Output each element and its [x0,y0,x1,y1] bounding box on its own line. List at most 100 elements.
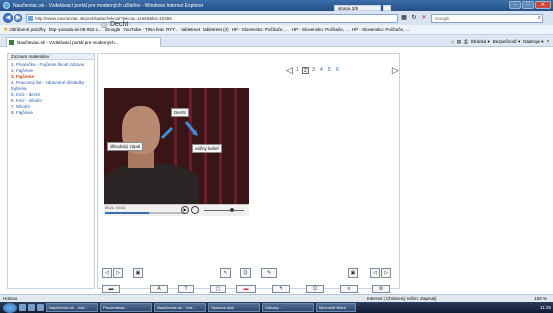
tab-favicon-icon [9,40,14,45]
quicklaunch-icon[interactable] [37,304,44,311]
video-controls: 00:21 / 00:31 ▶ [104,204,249,216]
home-icon[interactable]: ⌂ [451,37,454,46]
favorites-button[interactable]: ★ Obľúbené položky [3,26,46,33]
back-button[interactable]: ◀ [3,13,13,23]
materials-list-panel: Zoznam materiálov 1. Písanička - Fajčeni… [7,53,95,289]
play-button[interactable]: ▶ [181,206,189,214]
page-indicator: strana 2/9 [334,5,381,11]
text-tool-button[interactable]: T [178,285,194,293]
favorite-link[interactable]: http--pravda.sk-08-052-c... [49,27,102,32]
address-actions: ▦ ↻ ✕ [400,14,428,23]
shape-tool-button[interactable]: ▢ [210,285,226,293]
search-input[interactable]: Google ⌕ [431,13,543,23]
url-text: http://www.naucteviac.sk/prehliadac/lekc… [35,15,172,21]
window-title-bar[interactable]: Naučteviac.sk - Vzdelávací portál pre mo… [0,0,553,11]
maximize-button[interactable]: □ [522,1,534,9]
forward-button[interactable]: ▶ [14,14,22,22]
slide-bullet-icon [101,21,107,28]
pager-page[interactable]: 5 [326,67,333,74]
feeds-icon[interactable]: ▤ [457,37,461,46]
pager-page-active[interactable]: 2 [301,66,309,74]
page-menu[interactable]: Stránka ▾ [471,37,490,46]
taskbar-item[interactable]: Microsoft Word [316,303,356,312]
volume-knob[interactable] [230,208,234,212]
security-zone[interactable]: Internet | Chránený režim: Zapnutý [367,295,436,302]
pager-page[interactable]: 3 [310,67,317,74]
taskbar-item[interactable]: Naučteviac.sk - Vzd... [46,303,98,312]
address-input[interactable]: http://www.naucteviac.sk/prehliadac/lekc… [26,13,398,23]
line-tool-button[interactable]: ▬ [102,285,120,293]
tab-bar: Naučteviac.sk - Vzdelávací portál pre mo… [0,35,553,47]
favorite-link[interactable]: HP - Slovensko: Počítače, ... [232,27,289,32]
refresh-icon[interactable]: ↻ [410,14,418,23]
window-title: Naučteviac.sk - Vzdelávací portál pre mo… [13,2,204,9]
print-icon[interactable]: ⎙ [464,37,468,46]
settings-button[interactable]: ⚙ [372,285,390,293]
taskbar-item[interactable]: Správca úloh [208,303,260,312]
tools-menu[interactable]: Nástroje ▾ [523,37,543,46]
favorites-bar: ★ Obľúbené položky http--pravda.sk-08-05… [0,25,553,35]
site-favicon-icon [28,15,33,21]
safety-menu[interactable]: Bezpečnosť ▾ [493,37,520,46]
search-icon[interactable]: ⌕ [538,15,541,22]
taskbar-item[interactable]: Prezentácia... [100,303,152,312]
favorite-link[interactable]: HP - Slovensko: Počítače, ... [352,27,409,32]
pager-page[interactable]: 4 [318,67,325,74]
callout-decht: Decht [171,108,189,117]
zoom-level[interactable]: 100 % [534,295,547,302]
taskbar-item[interactable]: Naučteviac.sk - Vzd... [154,303,206,312]
slide-pager: ◁ 1 2 3 4 5 6 ▷ [286,65,399,75]
ie-icon [3,2,10,9]
compat-view-icon[interactable]: ▦ [400,14,408,23]
slide-title: Decht [110,21,129,28]
status-text: Hotovo [3,296,18,301]
pen-tool-button[interactable]: ✎ [261,268,277,278]
help-icon[interactable]: ? [546,37,549,46]
status-bar: Hotovo Internet | Chránený režim: Zapnut… [0,294,553,302]
quicklaunch-icon[interactable] [19,304,26,311]
quicklaunch-icon[interactable] [28,304,35,311]
favorite-link[interactable]: HP - Slovensko: Počítače, ... [292,27,349,32]
next-slide-button[interactable]: ▷ [392,65,399,75]
toolbar-next-button[interactable]: ▷ [113,268,123,278]
slide-header: Decht [101,21,128,28]
toolbar-prev-button[interactable]: ◁ [102,268,112,278]
list-button[interactable]: ≡ [340,285,358,293]
windows-taskbar: Naučteviac.sk - Vzd... Prezentácia... Na… [0,302,553,313]
undo-button[interactable]: ↰ [272,285,290,293]
minimize-button[interactable]: – [509,1,521,9]
favorite-link[interactable]: tabletreet (2) [203,27,229,32]
system-clock[interactable]: 11:25 [540,303,551,312]
window-controls: – □ ✕ [509,1,551,9]
taskbar-item[interactable]: Odkazy... [262,303,314,312]
curtain-stripe [234,88,237,204]
zoom-tool-button[interactable]: Q [240,268,251,278]
video-time: 00:21 / 00:31 [105,206,126,210]
toolbar-prev-button-right[interactable]: ◁ [370,268,380,278]
sidebar-item[interactable]: 8. Fajčenie [11,110,91,116]
stop-icon[interactable]: ✕ [420,14,428,23]
stop-button[interactable] [191,206,199,214]
pager-page[interactable]: 6 [334,67,341,74]
person-shoulders [104,164,199,204]
video-progress-bar[interactable] [105,212,185,214]
color-picker-button[interactable]: ▬ [236,285,256,293]
text-color-button[interactable]: A [150,285,168,293]
pointer-tool-button[interactable]: ↖ [220,268,231,278]
volume-slider[interactable] [204,210,244,211]
close-button[interactable]: ✕ [535,1,551,9]
favorite-link[interactable]: tabletreet [181,27,200,32]
symbol-button[interactable]: Ω [306,285,324,293]
start-button[interactable] [3,302,17,313]
toolbar-page-button[interactable]: ▣ [133,268,143,278]
prev-slide-button[interactable]: ◁ [286,65,293,75]
favorite-link[interactable]: YouTube - TINA feat. RYT... [123,27,178,32]
callout-vazny-kasel: vážny kašeľ [192,144,222,153]
search-placeholder: Google [435,15,450,21]
toolbar-page-button-right[interactable]: ▣ [348,268,358,278]
page-indicator-dropdown[interactable] [383,5,391,11]
pager-page[interactable]: 1 [294,67,301,74]
browser-tab-active[interactable]: Naučteviac.sk - Vzdelávací portál pre mo… [6,37,161,47]
sidebar-item[interactable]: 4. Pracovný list - zdravotné dôsledky fa… [11,80,91,92]
toolbar-next-button-right[interactable]: ▷ [381,268,391,278]
